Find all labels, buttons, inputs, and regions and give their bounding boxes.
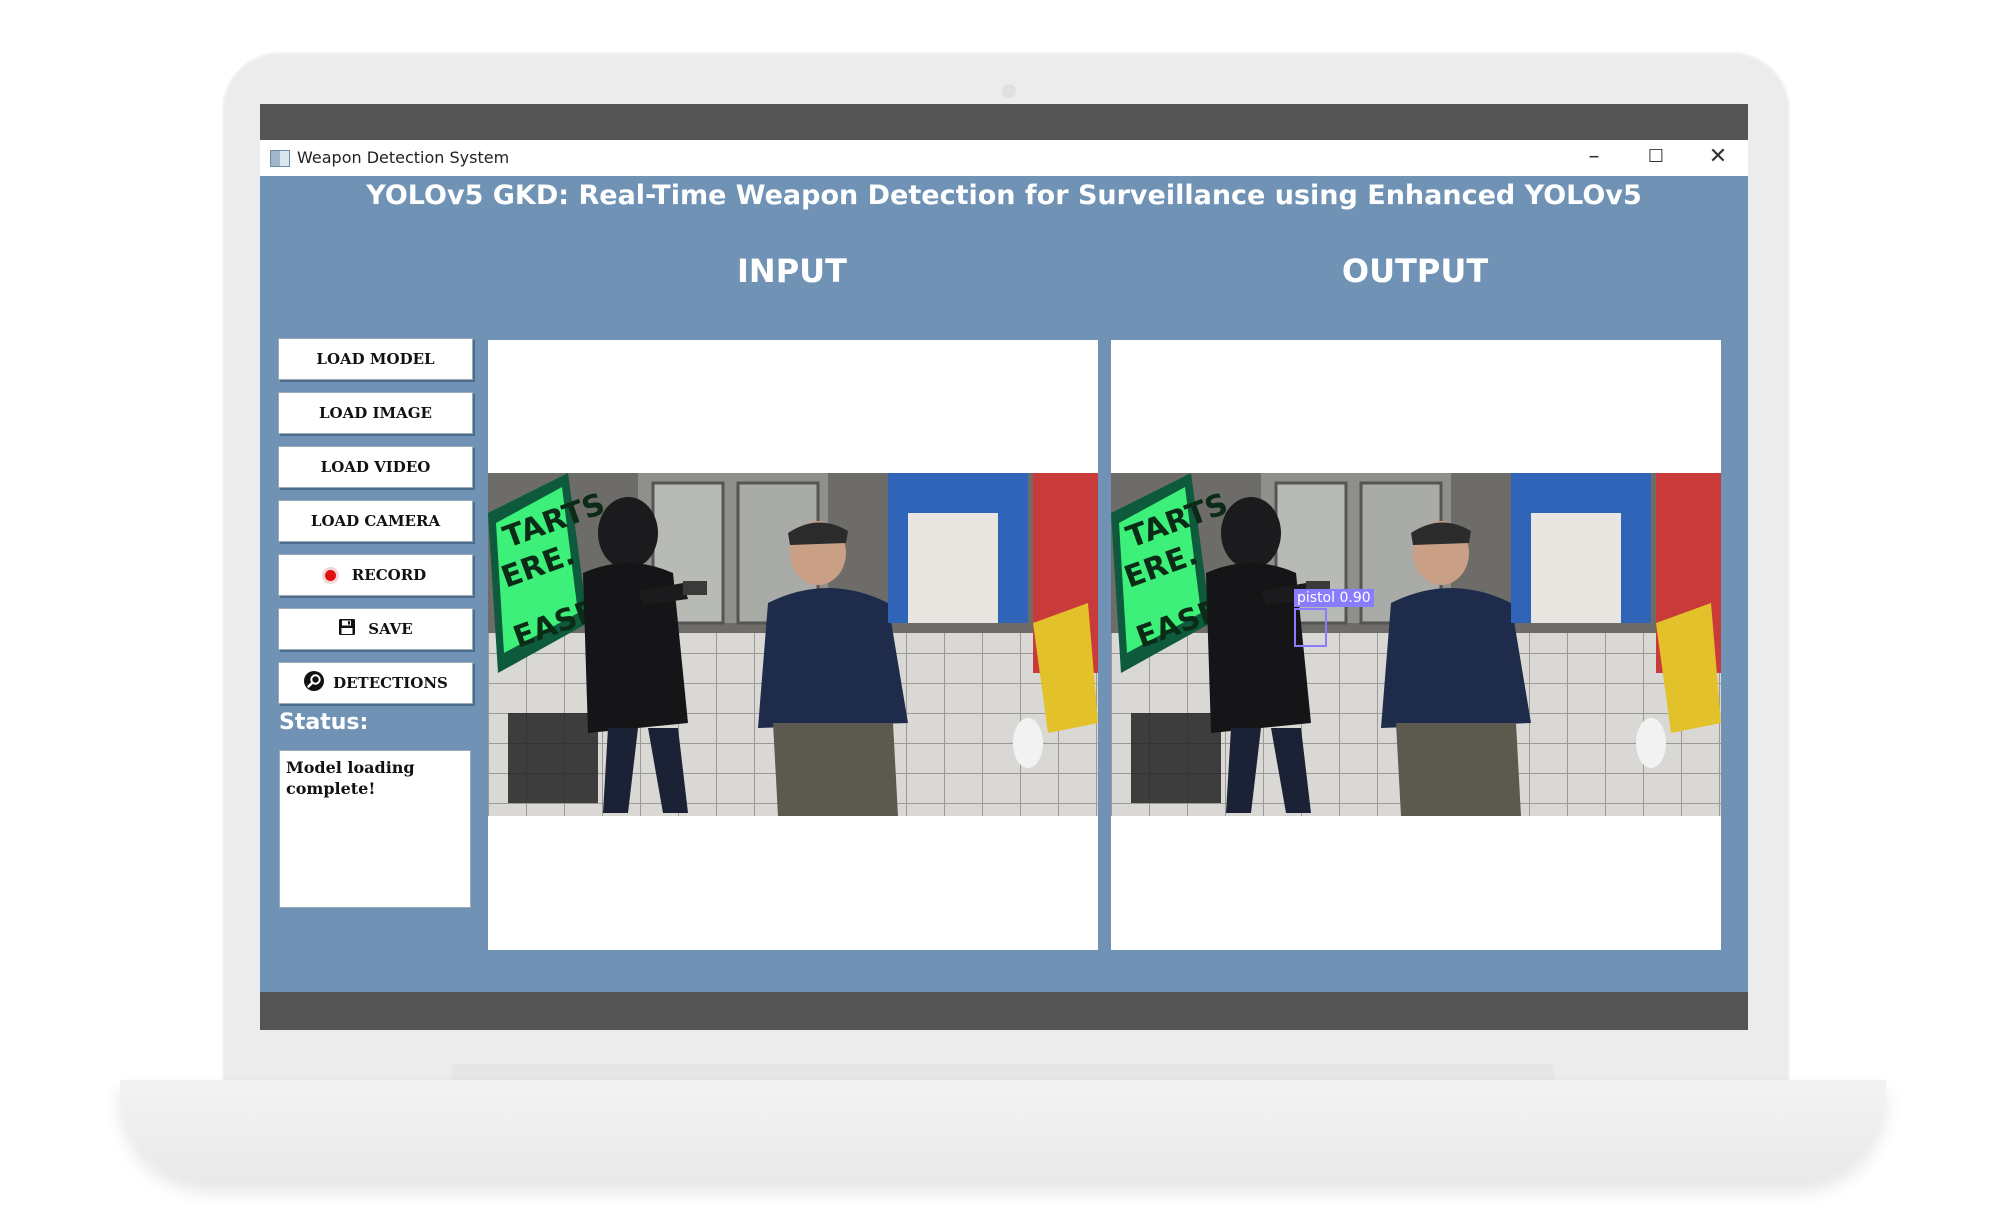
output-image-panel: TARTS ERE. EASE pistol 0.90 [1111, 340, 1721, 950]
window-title: Weapon Detection System [297, 148, 510, 167]
load-video-button[interactable]: LOAD VIDEO [278, 446, 473, 488]
load-video-label: LOAD VIDEO [320, 458, 431, 476]
close-button[interactable]: ✕ [1688, 140, 1748, 176]
app-header: YOLOv5 GKD: Real-Time Weapon Detection f… [366, 180, 1642, 211]
status-label: Status: [279, 710, 369, 735]
load-camera-button[interactable]: LOAD CAMERA [278, 500, 473, 542]
minimize-button[interactable]: – [1564, 140, 1624, 176]
record-button[interactable]: RECORD [278, 554, 473, 596]
detection-confidence: 0.90 [1339, 590, 1371, 606]
save-label: SAVE [368, 620, 413, 638]
pistol-detection-box [1294, 608, 1327, 647]
input-surveillance-frame: TARTS ERE. EASE [488, 473, 1098, 816]
detections-label: DETECTIONS [333, 674, 448, 692]
input-panel-label: INPUT [737, 252, 847, 290]
webcam-dot [1002, 84, 1016, 98]
input-image-panel: TARTS ERE. EASE [488, 340, 1098, 950]
laptop-screen: Weapon Detection System – ☐ ✕ YOLOv5 GKD… [260, 104, 1748, 1030]
app-window: Weapon Detection System – ☐ ✕ YOLOv5 GKD… [260, 140, 1748, 992]
detection-class: pistol [1297, 590, 1336, 606]
floppy-disk-icon [338, 618, 356, 640]
load-image-button[interactable]: LOAD IMAGE [278, 392, 473, 434]
title-bar[interactable]: Weapon Detection System – ☐ ✕ [260, 140, 1748, 176]
screen-bottom-bar [260, 992, 1748, 1030]
output-panel-label: OUTPUT [1341, 252, 1489, 290]
load-model-label: LOAD MODEL [316, 350, 435, 368]
save-button[interactable]: SAVE [278, 608, 473, 650]
detections-button[interactable]: DETECTIONS [278, 662, 473, 704]
record-dot-icon [324, 569, 336, 581]
magnifier-icon [303, 670, 325, 696]
load-camera-label: LOAD CAMERA [310, 512, 441, 530]
record-label: RECORD [351, 566, 427, 584]
status-text-box: Model loading complete! [279, 750, 471, 908]
maximize-button[interactable]: ☐ [1626, 140, 1686, 176]
surveillance-scene-image-output: TARTS ERE. EASE [1111, 473, 1721, 816]
pistol-detection-label: pistol 0.90 [1294, 589, 1374, 607]
output-surveillance-frame: TARTS ERE. EASE pistol 0.90 [1111, 473, 1721, 816]
app-window-icon [270, 150, 290, 167]
surveillance-scene-image: TARTS ERE. EASE [488, 473, 1098, 816]
load-model-button[interactable]: LOAD MODEL [278, 338, 473, 380]
load-image-label: LOAD IMAGE [319, 404, 432, 422]
laptop-base [120, 1080, 1886, 1182]
